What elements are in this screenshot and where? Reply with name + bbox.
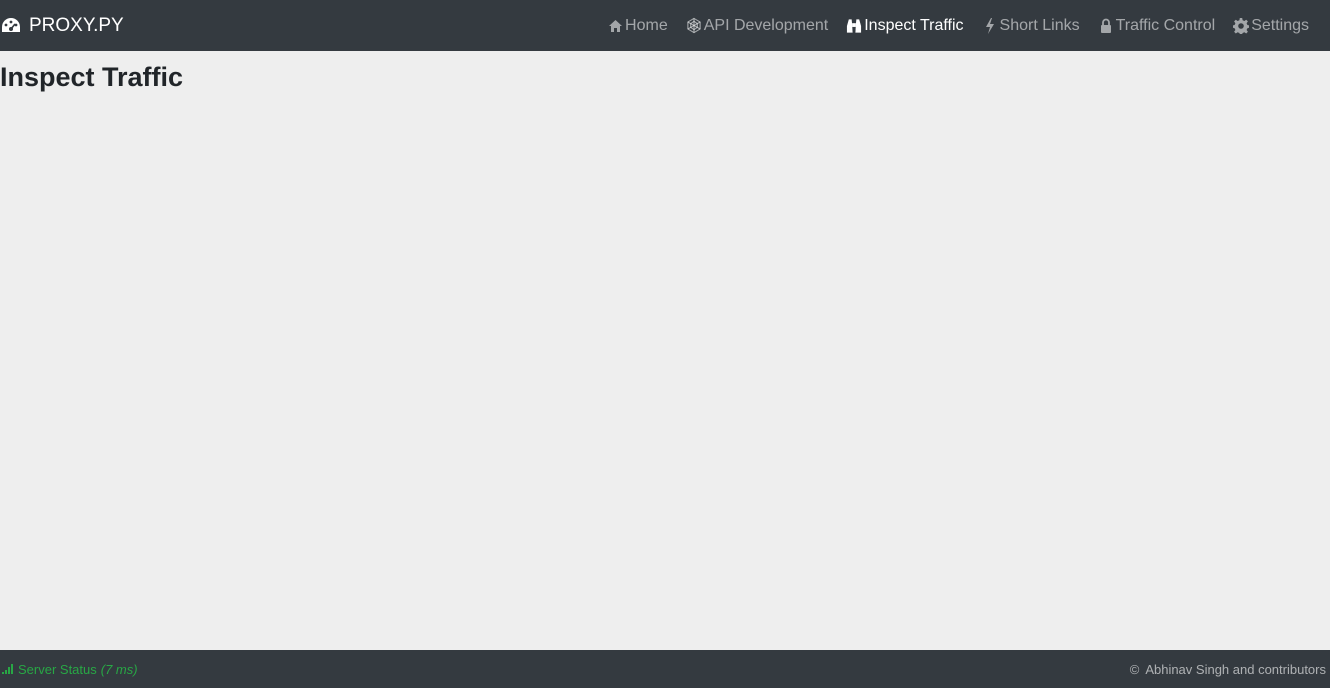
binoculars-icon xyxy=(846,18,862,34)
brand-link[interactable]: PROXY.PY xyxy=(0,15,124,37)
footer: Server Status (7 ms) © Abhinav Singh and… xyxy=(0,650,1330,688)
brand-name: PROXY.PY xyxy=(29,14,124,36)
nav-item-traffic-control[interactable]: Traffic Control xyxy=(1089,0,1225,51)
signal-icon xyxy=(2,664,14,674)
copyright: © Abhinav Singh and contributors xyxy=(1130,662,1326,677)
nav-item-label: Settings xyxy=(1251,16,1309,34)
nav-item-settings[interactable]: Settings xyxy=(1224,0,1318,51)
nav-item-home[interactable]: Home xyxy=(598,0,677,51)
top-navbar: PROXY.PY Home API Development Inspect Tr… xyxy=(0,0,1330,51)
nav-item-label: Inspect Traffic xyxy=(864,16,964,34)
server-status-label: Server Status xyxy=(18,661,97,677)
nav-item-label: API Development xyxy=(703,16,829,34)
nav-item-inspect-traffic[interactable]: Inspect Traffic xyxy=(837,0,972,51)
nav-item-label: Short Links xyxy=(999,16,1080,34)
tachometer-icon xyxy=(0,15,22,37)
nav-item-label: Home xyxy=(625,16,668,34)
page-title: Inspect Traffic xyxy=(0,62,184,92)
connectdevelop-icon xyxy=(686,17,702,34)
server-latency: (7 ms) xyxy=(100,661,138,677)
gear-icon xyxy=(1233,17,1250,34)
copyright-icon: © xyxy=(1129,661,1140,677)
main-nav: Home API Development Inspect Traffic Sho… xyxy=(598,0,1318,51)
nav-item-api-development[interactable]: API Development xyxy=(677,0,838,51)
server-status: Server Status (7 ms) xyxy=(2,662,138,677)
lock-icon xyxy=(1098,18,1114,34)
home-icon xyxy=(607,18,623,34)
nav-item-short-links[interactable]: Short Links xyxy=(973,0,1089,51)
nav-item-label: Traffic Control xyxy=(1115,16,1216,34)
copyright-text: Abhinav Singh and contributors xyxy=(1145,661,1326,677)
bolt-icon xyxy=(982,17,998,34)
